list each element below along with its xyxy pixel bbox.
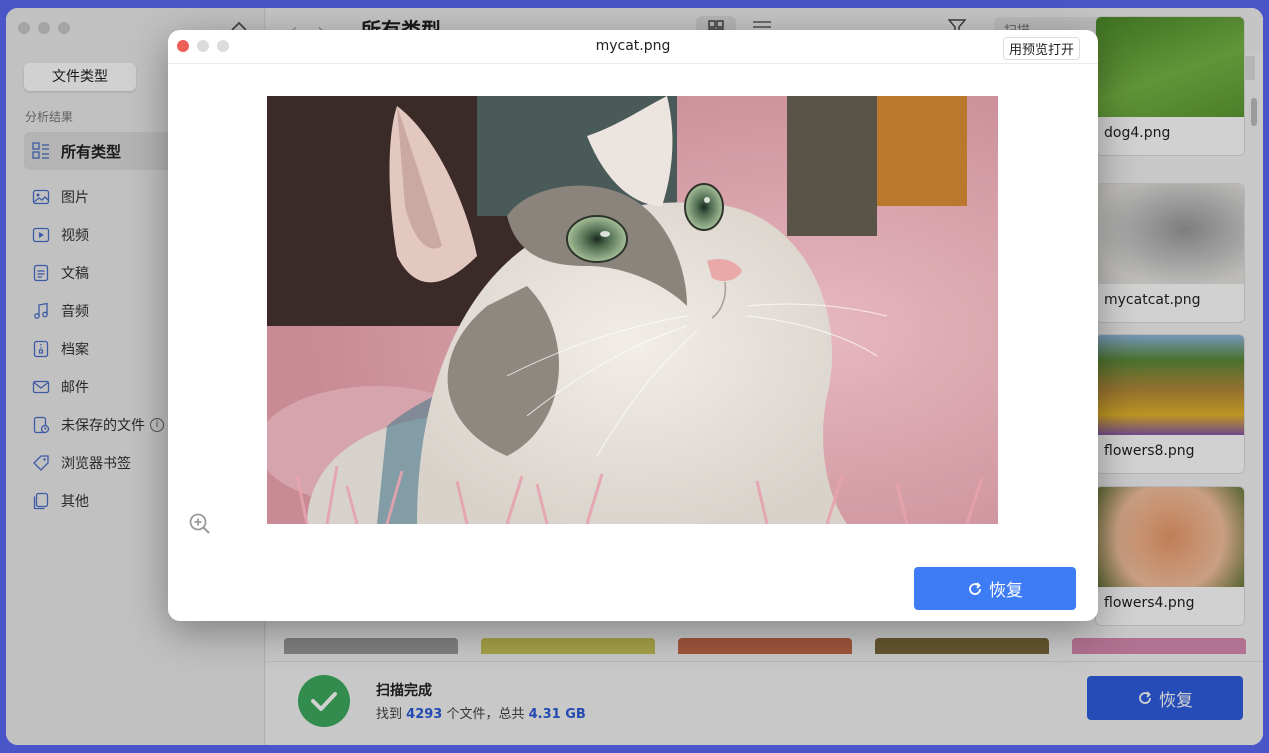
open-in-preview-button[interactable]: 用预览打开	[1002, 37, 1080, 60]
modal-titlebar: mycat.png 用预览打开	[168, 30, 1098, 64]
modal-recover-button[interactable]: 恢复	[914, 567, 1076, 610]
zoom-in-icon[interactable]	[189, 513, 211, 535]
refresh-icon	[969, 581, 981, 595]
preview-modal: mycat.png 用预览打开 恢复	[168, 30, 1098, 621]
preview-image	[267, 96, 998, 524]
modal-title: mycat.png	[595, 38, 671, 54]
